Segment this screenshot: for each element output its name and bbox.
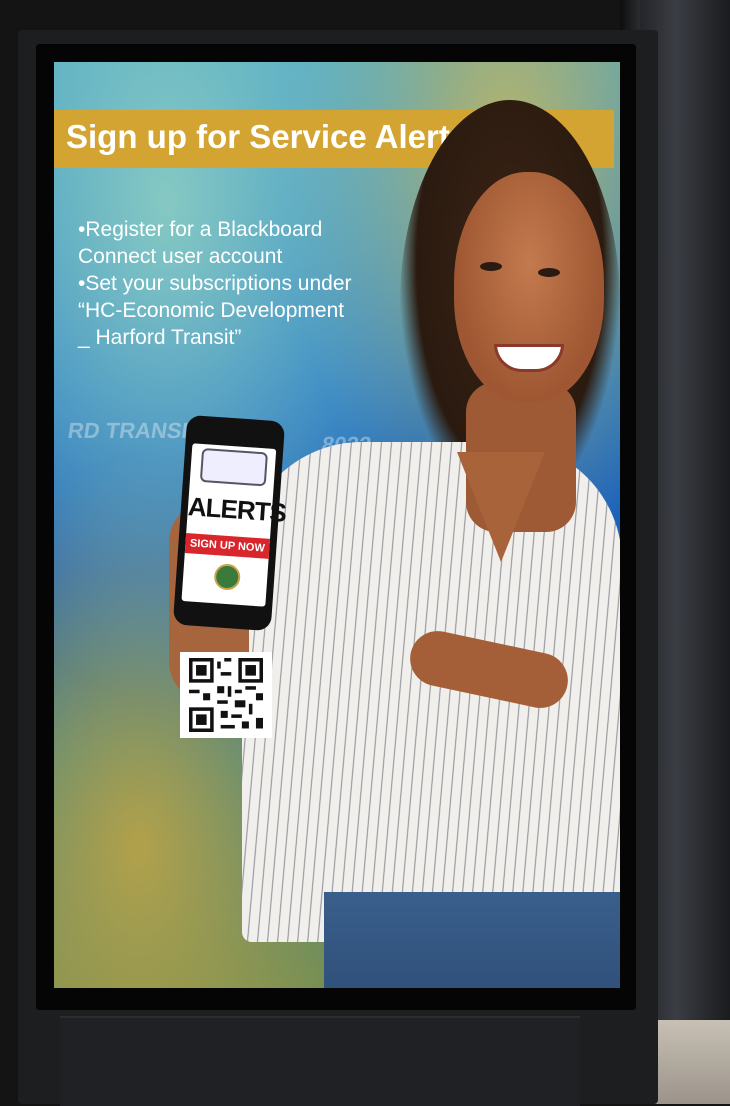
alerts-label: ALERTS (187, 491, 287, 528)
smartphone: ALERTS SIGN UP NOW (172, 414, 287, 632)
woman-eye (538, 268, 560, 277)
woman-jeans (324, 892, 620, 988)
signup-label: SIGN UP NOW (184, 533, 270, 559)
instruction-line: •Register for a Blackboard (78, 218, 323, 241)
woman-eye (480, 262, 502, 271)
instruction-line: •Set your subscriptions under (78, 272, 352, 295)
qr-code (180, 652, 272, 738)
phone-screen: ALERTS SIGN UP NOW (181, 443, 287, 607)
instructions-list: •Register for a Blackboard Connect user … (78, 216, 408, 351)
instruction-line: “HC-Economic Development (78, 299, 345, 322)
kiosk-base (60, 1016, 580, 1106)
instruction-line: _ Harford Transit” (78, 326, 242, 349)
qr-code-icon (189, 658, 263, 732)
bus-icon (199, 447, 269, 487)
instruction-line: Connect user account (78, 245, 283, 268)
digital-poster-screen: RD TRANSIT 8032 Sign up for Service Aler… (54, 62, 620, 988)
county-seal-icon (213, 563, 242, 591)
background-bus-text: RD TRANSIT (66, 418, 204, 443)
banner-title: Sign up for Service Alerts (66, 118, 469, 155)
